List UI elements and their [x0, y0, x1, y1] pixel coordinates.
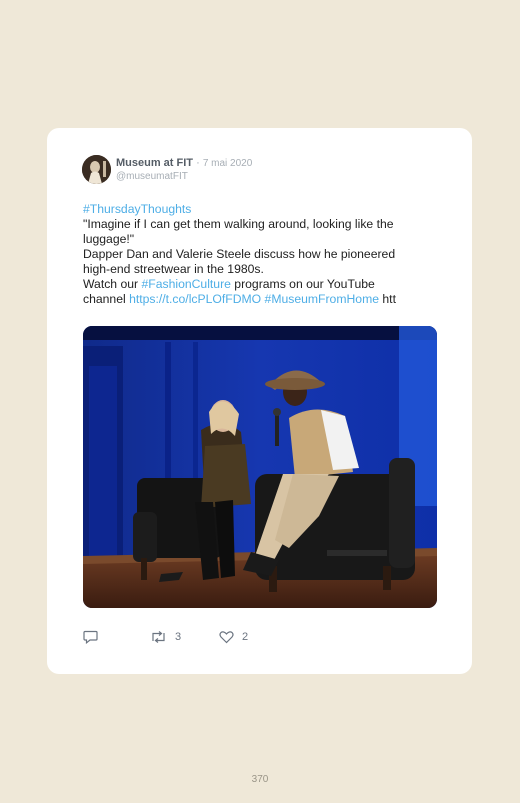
avatar[interactable]: [82, 155, 111, 184]
heart-icon[interactable]: [219, 630, 234, 644]
retweet-action[interactable]: 3: [150, 630, 181, 644]
tweet-actions: 3 2: [83, 630, 383, 646]
retweet-count: 3: [175, 631, 182, 643]
truncated-text: htt: [379, 292, 396, 306]
author-handle[interactable]: @museumatFIT: [116, 171, 188, 182]
watch-prefix: Watch our: [83, 277, 142, 291]
hashtag-museumfromhome[interactable]: #MuseumFromHome: [265, 292, 379, 306]
separator: ·: [196, 157, 200, 169]
tweet-header: Museum at FIT · 7 mai 2020: [116, 157, 252, 169]
like-count: 2: [242, 631, 249, 643]
channel-prefix: channel: [83, 292, 130, 306]
author-name[interactable]: Museum at FIT: [116, 157, 193, 169]
quote-line: luggage!": [83, 232, 135, 246]
description-line: high-end streetwear in the 1980s.: [83, 262, 264, 276]
description-line: Dapper Dan and Valerie Steele discuss ho…: [83, 247, 396, 261]
tweet-date[interactable]: 7 mai 2020: [203, 158, 252, 169]
tweet-card: Museum at FIT · 7 mai 2020 @museumatFIT …: [47, 128, 472, 674]
quote-line: "Imagine if I can get them walking aroun…: [83, 217, 394, 231]
tweet-photo[interactable]: [83, 326, 437, 608]
youtube-link[interactable]: https://t.co/lcPLOfFDMO: [129, 292, 261, 306]
reply-icon[interactable]: [83, 630, 98, 644]
page-number: 370: [251, 774, 269, 785]
hashtag-fashionculture[interactable]: #FashionCulture: [141, 277, 230, 291]
watch-suffix: programs on our YouTube: [230, 277, 375, 291]
hashtag-thursdaythoughts[interactable]: #ThursdayThoughts: [83, 202, 191, 216]
retweet-icon[interactable]: [150, 630, 167, 644]
tweet-text: #ThursdayThoughts "Imagine if I can get …: [83, 202, 443, 307]
reply-action[interactable]: [83, 630, 98, 644]
like-action[interactable]: 2: [219, 630, 248, 644]
